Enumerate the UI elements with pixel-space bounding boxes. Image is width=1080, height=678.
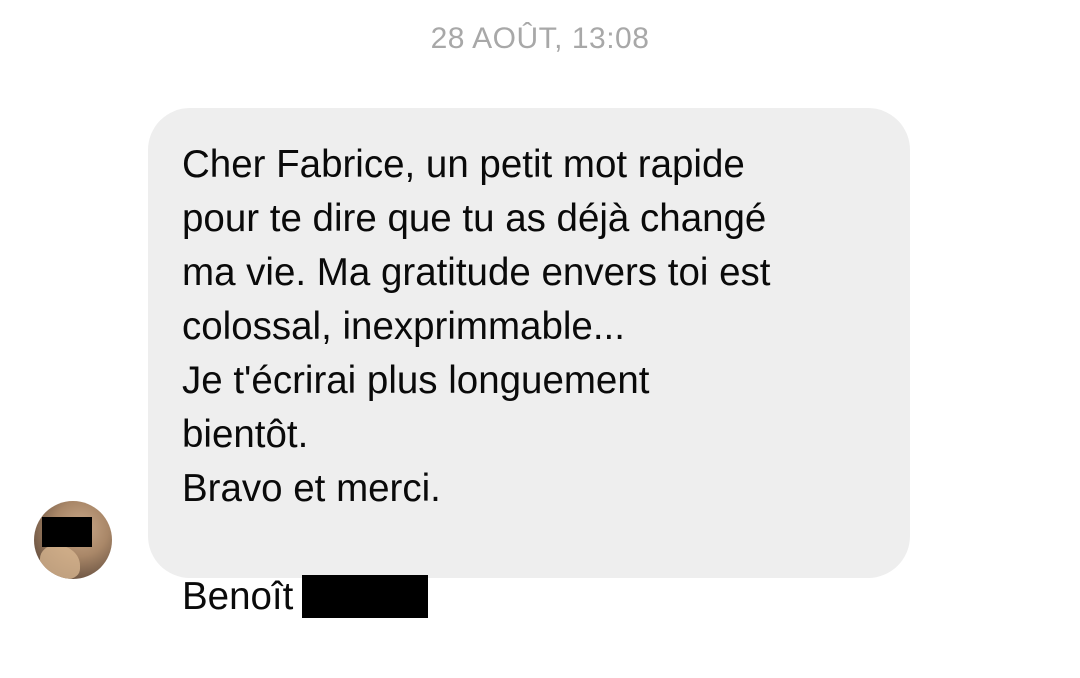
message-signature-line: Benoît xyxy=(182,570,880,624)
signature-redaction-box xyxy=(302,575,429,618)
incoming-message-row: Cher Fabrice, un petit mot rapide pour t… xyxy=(0,0,1080,618)
message-text: Cher Fabrice, un petit mot rapide pour t… xyxy=(182,143,771,510)
avatar-redaction-box xyxy=(42,517,92,547)
avatar-photo xyxy=(40,545,80,579)
message-bubble[interactable]: Cher Fabrice, un petit mot rapide pour t… xyxy=(148,108,910,618)
sender-avatar[interactable] xyxy=(34,501,112,579)
message-signature: Benoît xyxy=(182,575,294,618)
